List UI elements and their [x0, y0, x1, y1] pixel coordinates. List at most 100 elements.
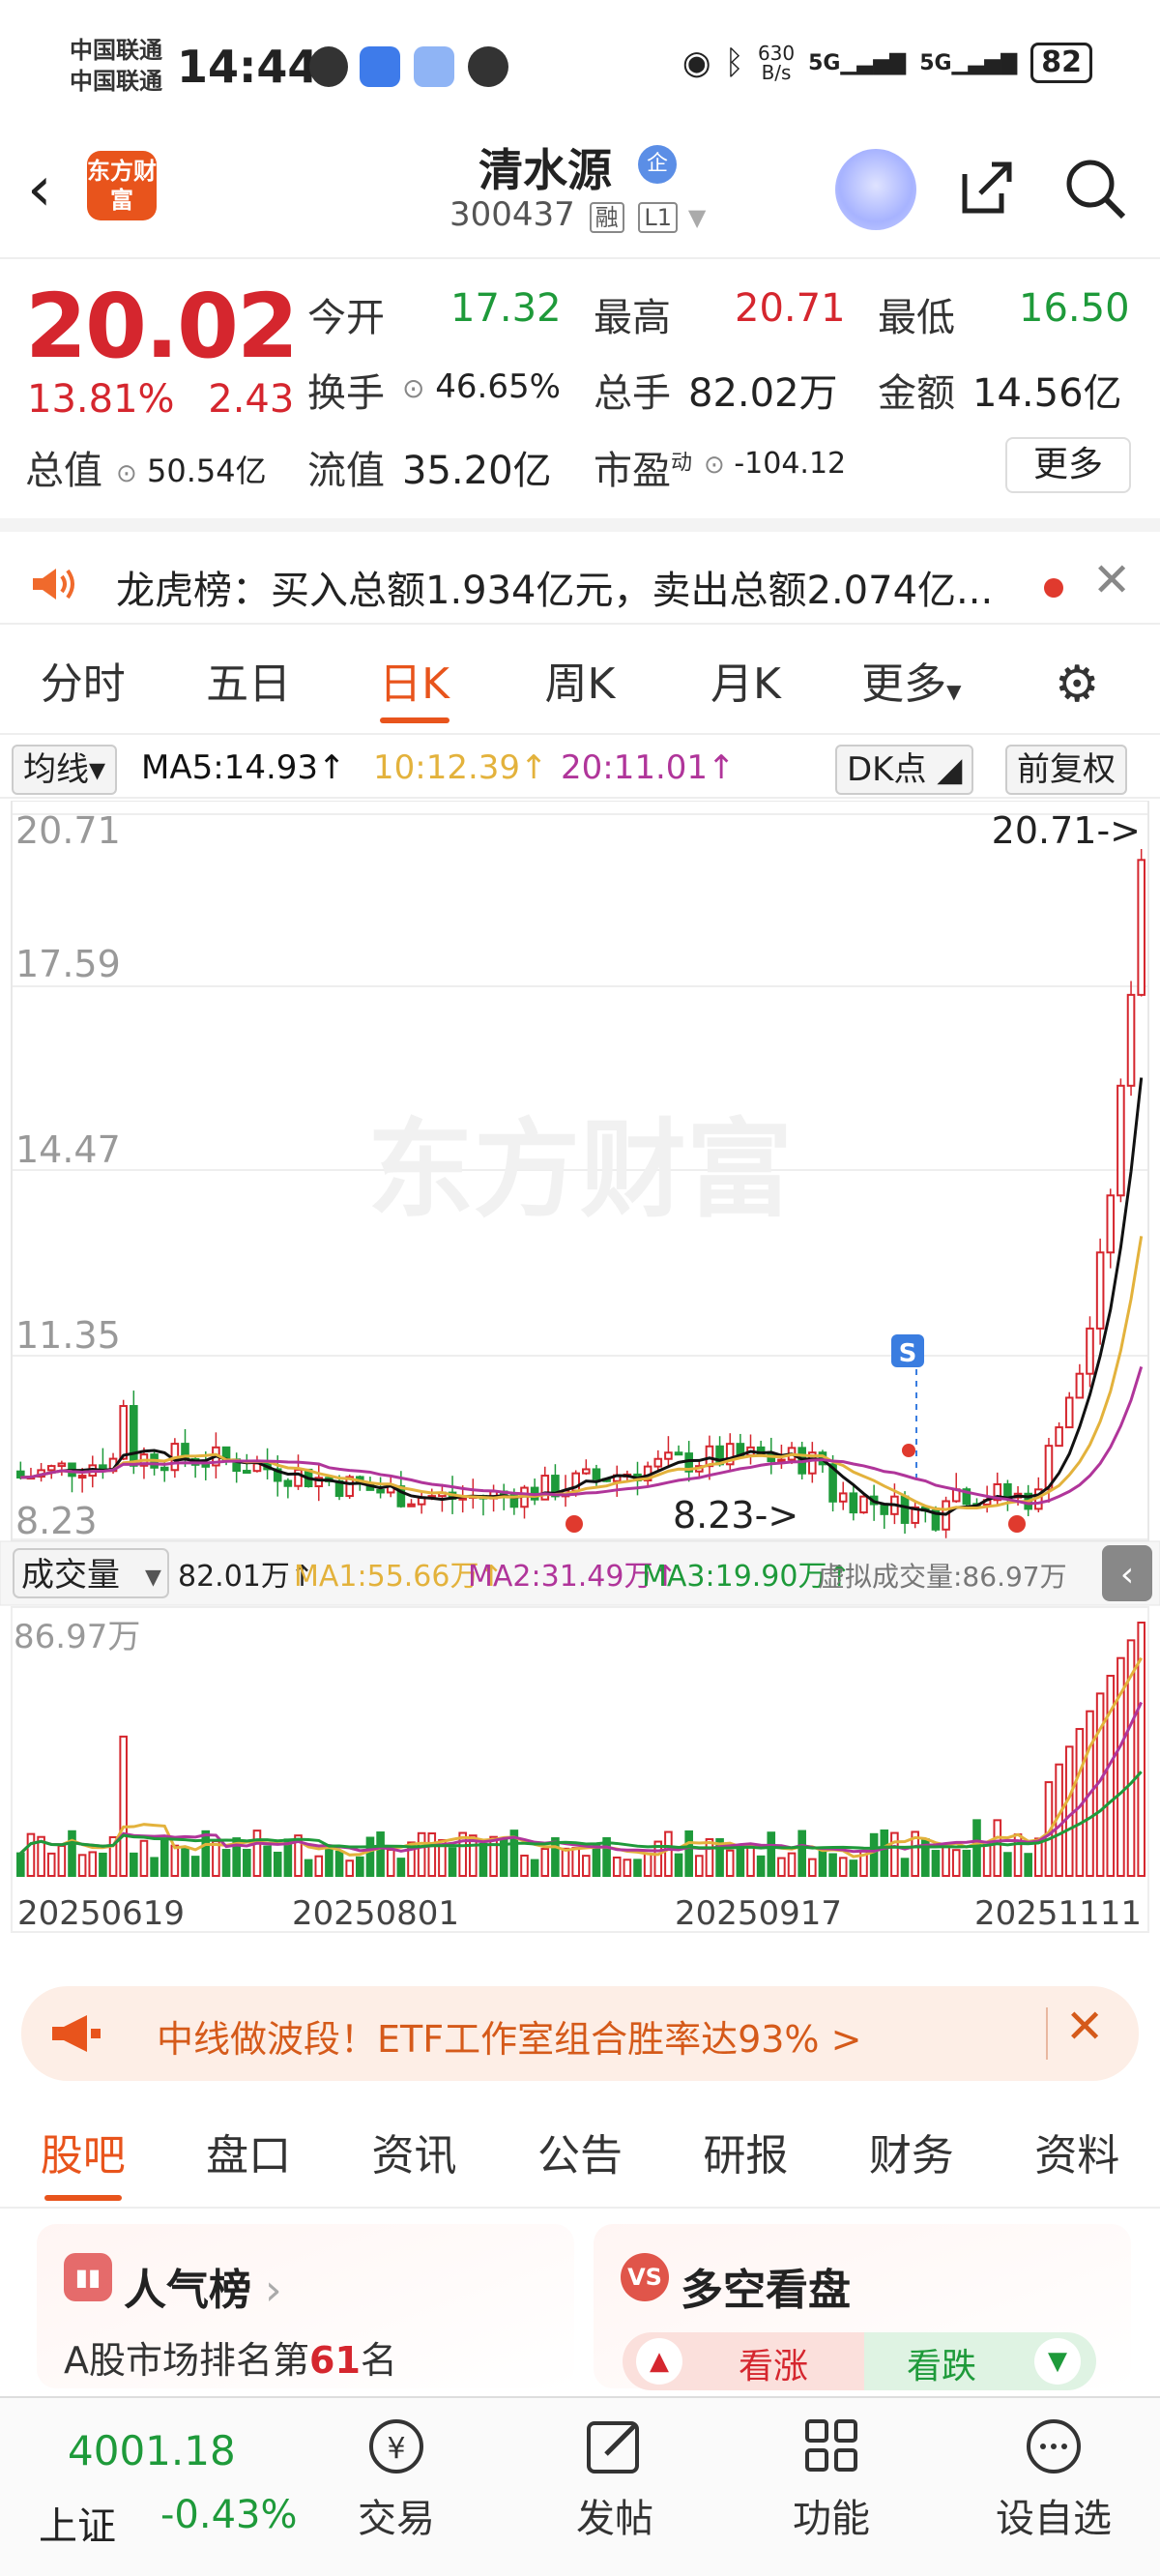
low-value: 16.50 [1019, 286, 1130, 331]
rank-number: 61 [309, 2339, 361, 2382]
signal-dot [902, 1444, 915, 1457]
tab-more[interactable]: 更多▼ [828, 638, 994, 733]
period-tabs: 分时 五日 日K 周K 月K 更多▼ ⚙ [0, 638, 1160, 735]
tab-profile[interactable]: 资料 [995, 2108, 1160, 2207]
y-label-2: 17.59 [15, 943, 121, 985]
turnover-label: 换手 [307, 371, 385, 416]
bull-bear-card[interactable]: VS 多空看盘 ▲ 看涨 看跌 ▼ [594, 2224, 1131, 2390]
tab-announcements[interactable]: 公告 [497, 2108, 662, 2207]
price-axis-labels: 20.71 17.59 14.47 11.35 8.23 [15, 809, 121, 1542]
ma-bar: 均线▾ MA5:14.93↑ 10:12.39↑ 20:11.01↑ DK点 ◢… [0, 741, 1160, 799]
tab-monthly-k[interactable]: 月K [663, 638, 828, 733]
signal-5g-2: 5G▁▃▅▇ [919, 50, 1018, 75]
high-value: 20.71 [735, 286, 846, 331]
caret-down-icon: ▼ [145, 1566, 161, 1590]
adjust-selector[interactable]: 前复权 [1005, 745, 1127, 795]
signal-dot [1008, 1515, 1026, 1533]
app-icon [414, 46, 454, 87]
close-icon[interactable]: ✕ [1092, 553, 1131, 607]
tab-guba[interactable]: 股吧 [0, 2108, 165, 2207]
s-marker-text: S [899, 1339, 917, 1368]
date-label: 20251111 [974, 1894, 1142, 1933]
enterprise-badge: 企 [638, 145, 677, 184]
tab-five-day[interactable]: 五日 [165, 638, 331, 733]
info-icon[interactable]: ⊙ [402, 372, 424, 404]
low-marker: 8.23-> [673, 1494, 798, 1537]
pe-label-wrap: 市盈动 [594, 439, 692, 495]
tab-more-label: 更多 [861, 659, 947, 709]
info-tabs: 股吧 盘口 资讯 公告 研报 财务 资料 [0, 2108, 1160, 2209]
date-axis: 20250619 20250801 20250917 20251111 [17, 1894, 1142, 1933]
assistant-avatar[interactable] [835, 149, 916, 230]
edit-icon [587, 2421, 639, 2474]
index-ticker[interactable]: 4001.18 上证 -0.43% [0, 2398, 309, 2576]
app-logo[interactable]: 东方财富 [87, 151, 157, 220]
status-right: ◉ ᛒ 630 B/s 5G▁▃▅▇ 5G▁▃▅▇ 82 [682, 43, 1092, 83]
chart-icon: ▮▮ [64, 2253, 112, 2301]
tab-finance[interactable]: 财务 [828, 2108, 994, 2207]
trade-icon: ¥ [369, 2419, 423, 2474]
tab-timeshare[interactable]: 分时 [0, 638, 165, 733]
dk-point-selector[interactable]: DK点 ◢ [835, 745, 974, 795]
more-button[interactable]: 更多 [1005, 437, 1131, 493]
search-icon[interactable] [1061, 155, 1129, 222]
pe-value-wrap: ⊙ -104.12 [704, 447, 846, 481]
divider [1046, 2007, 1048, 2060]
signal-label-1: 5G [808, 50, 841, 75]
title-bar: ‹ 东方财富 清水源 企 300437 融 L1 ▼ [0, 135, 1160, 259]
open-value: 17.32 [450, 286, 562, 331]
wechat-icon [309, 46, 348, 87]
tab-weekly-k[interactable]: 周K [497, 638, 662, 733]
ma20-value: 20:11.01↑ [561, 748, 736, 787]
close-icon[interactable]: ✕ [1065, 2000, 1104, 2054]
nav-post[interactable]: 发帖 [547, 2415, 682, 2543]
eye-icon: ◉ [682, 44, 711, 82]
carrier-2: 中国联通 [70, 68, 162, 95]
float-value: 35.20亿 [402, 449, 552, 493]
volume-selector-label: 成交量 [21, 1556, 120, 1595]
volume-frame [11, 1606, 1149, 1933]
arrow-up-icon: ▲ [636, 2338, 682, 2385]
dk-label: DK点 [847, 750, 927, 789]
ma-selector[interactable]: 均线▾ [12, 745, 118, 795]
date-label: 20250917 [675, 1894, 842, 1933]
stock-code-row[interactable]: 300437 融 L1 ▼ [450, 195, 706, 234]
stock-name: 清水源 [478, 144, 612, 196]
rank-prefix: A股市场排名第 [64, 2339, 309, 2382]
bull-button[interactable]: ▲ 看涨 [623, 2332, 864, 2390]
bear-button[interactable]: 看跌 ▼ [864, 2332, 1096, 2390]
svg-text:¥: ¥ [387, 2432, 405, 2466]
share-icon[interactable] [955, 157, 1017, 219]
tab-pankou[interactable]: 盘口 [165, 2108, 331, 2207]
nav-post-label: 发帖 [576, 2497, 653, 2541]
chevron-down-icon: ▼ [687, 204, 707, 231]
promo-banner[interactable]: 中线做波段！ETF工作室组合胜率达93% > ✕ [21, 1986, 1139, 2081]
amount-value: 14.56亿 [972, 371, 1122, 416]
turnover-value-wrap: ⊙ 46.65% [402, 367, 561, 406]
settings-gear-icon[interactable]: ⚙ [995, 638, 1160, 733]
dragon-tiger-banner[interactable]: 龙虎榜：买入总额1.934亿元，卖出总额2.074亿... ✕ [0, 518, 1160, 625]
virtual-volume: 虚拟成交量:86.97万 [818, 1561, 1067, 1593]
tab-news[interactable]: 资讯 [332, 2108, 497, 2207]
kline-chart[interactable]: 东方财富 20.71 17.59 14.47 11.35 8.23 20.71-… [0, 801, 1160, 1957]
tab-daily-k[interactable]: 日K [332, 638, 497, 733]
index-change: -0.43% [160, 2493, 298, 2537]
y-label-4: 11.35 [15, 1314, 121, 1357]
date-label: 20250619 [17, 1894, 185, 1933]
popularity-card[interactable]: ▮▮ 人气榜 › A股市场排名第61名 [37, 2224, 574, 2388]
float-label: 流值 [307, 449, 385, 493]
back-button[interactable]: ‹ [27, 159, 52, 220]
info-icon[interactable]: ⊙ [116, 459, 137, 488]
turnover-value: 46.65% [435, 367, 561, 406]
info-icon[interactable]: ⊙ [704, 451, 725, 480]
mktcap-value: 50.54亿 [146, 453, 267, 489]
status-bar: 中国联通 中国联通 14:44 ◉ ᛒ 630 B/s 5G▁▃▅▇ 5G▁▃▅… [0, 0, 1160, 135]
nav-trade[interactable]: ¥ 交易 [329, 2415, 464, 2543]
nav-add-watchlist[interactable]: 设自选 [986, 2415, 1121, 2543]
tab-research[interactable]: 研报 [663, 2108, 828, 2207]
volume-value: 82.02万 [688, 371, 838, 416]
nav-functions[interactable]: 功能 [764, 2415, 899, 2543]
level-tag: L1 [638, 202, 679, 233]
change-pct: 13.81% [27, 377, 175, 422]
high-marker: 20.71-> [992, 809, 1141, 852]
